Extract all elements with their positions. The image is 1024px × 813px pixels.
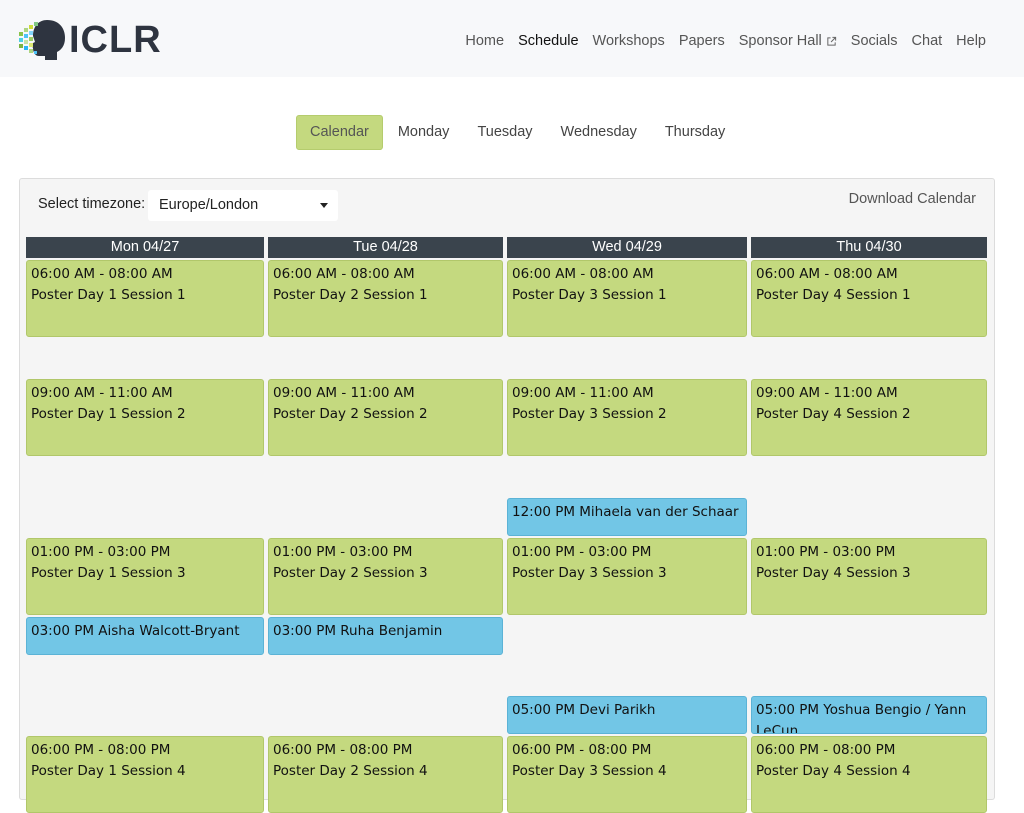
- nav-workshops[interactable]: Workshops: [593, 30, 665, 52]
- timezone-label: Select timezone:: [38, 196, 146, 212]
- event-poster[interactable]: 01:00 PM - 03:00 PM Poster Day 2 Session…: [268, 538, 503, 615]
- nav-chat[interactable]: Chat: [912, 30, 943, 52]
- event-title: Poster Day 3 Session 4: [512, 763, 667, 779]
- nav-socials[interactable]: Socials: [851, 30, 898, 52]
- event-poster[interactable]: 06:00 PM - 08:00 PM Poster Day 4 Session…: [751, 736, 987, 813]
- event-time: 01:00 PM - 03:00 PM: [31, 544, 171, 560]
- event-time: 06:00 PM - 08:00 PM: [31, 742, 171, 758]
- event-title: 05:00 PM Devi Parikh: [512, 702, 656, 718]
- event-time: 01:00 PM - 03:00 PM: [756, 544, 896, 560]
- event-time: 06:00 AM - 08:00 AM: [273, 266, 415, 282]
- event-poster[interactable]: 06:00 AM - 08:00 AM Poster Day 2 Session…: [268, 260, 503, 337]
- event-time: 01:00 PM - 03:00 PM: [273, 544, 413, 560]
- day-header-wed: Wed 04/29: [507, 237, 747, 258]
- event-title: Poster Day 1 Session 3: [31, 565, 186, 581]
- event-keynote[interactable]: 05:00 PM Yoshua Bengio / Yann LeCun: [751, 696, 987, 734]
- event-time: 06:00 PM - 08:00 PM: [273, 742, 413, 758]
- event-time: 06:00 AM - 08:00 AM: [512, 266, 654, 282]
- event-poster[interactable]: 09:00 AM - 11:00 AM Poster Day 3 Session…: [507, 379, 747, 456]
- event-keynote[interactable]: 05:00 PM Devi Parikh: [507, 696, 747, 734]
- event-title: 12:00 PM Mihaela van der Schaar: [512, 504, 739, 520]
- nav-sponsor-hall[interactable]: Sponsor Hall: [739, 30, 837, 52]
- event-time: 09:00 AM - 11:00 AM: [512, 385, 654, 401]
- logo-text: ICLR: [69, 19, 162, 61]
- timezone-value: Europe/London: [159, 197, 259, 213]
- event-title: Poster Day 1 Session 2: [31, 406, 186, 422]
- nav-help[interactable]: Help: [956, 30, 986, 52]
- event-poster[interactable]: 06:00 AM - 08:00 AM Poster Day 3 Session…: [507, 260, 747, 337]
- main-nav: Home Schedule Workshops Papers Sponsor H…: [451, 30, 986, 52]
- event-title: Poster Day 2 Session 4: [273, 763, 428, 779]
- nav-sponsor-hall-label: Sponsor Hall: [738, 33, 822, 49]
- event-keynote[interactable]: 12:00 PM Mihaela van der Schaar: [507, 498, 747, 536]
- event-title: Poster Day 1 Session 4: [31, 763, 186, 779]
- event-title: 03:00 PM Aisha Walcott-Bryant: [31, 623, 240, 639]
- event-poster[interactable]: 06:00 AM - 08:00 AM Poster Day 4 Session…: [751, 260, 987, 337]
- event-poster[interactable]: 06:00 PM - 08:00 PM Poster Day 3 Session…: [507, 736, 747, 813]
- event-title: Poster Day 3 Session 2: [512, 406, 667, 422]
- day-header-tue: Tue 04/28: [268, 237, 503, 258]
- nav-schedule[interactable]: Schedule: [518, 30, 578, 52]
- event-time: 09:00 AM - 11:00 AM: [273, 385, 415, 401]
- timezone-select[interactable]: Europe/London: [148, 190, 338, 221]
- top-navbar: ICLR Home Schedule Workshops Papers Spon…: [0, 0, 1024, 77]
- event-poster[interactable]: 01:00 PM - 03:00 PM Poster Day 1 Session…: [26, 538, 264, 615]
- event-poster[interactable]: 09:00 AM - 11:00 AM Poster Day 4 Session…: [751, 379, 987, 456]
- day-header-mon: Mon 04/27: [26, 237, 264, 258]
- tab-wednesday[interactable]: Wednesday: [548, 115, 650, 150]
- iclr-logo-mark-icon: [19, 20, 65, 60]
- external-link-icon: [827, 36, 836, 46]
- nav-papers[interactable]: Papers: [679, 30, 725, 52]
- event-title: Poster Day 3 Session 1: [512, 287, 667, 303]
- event-poster[interactable]: 01:00 PM - 03:00 PM Poster Day 4 Session…: [751, 538, 987, 615]
- event-time: 06:00 AM - 08:00 AM: [756, 266, 898, 282]
- chevron-down-icon: [320, 203, 328, 208]
- event-time: 06:00 PM - 08:00 PM: [756, 742, 896, 758]
- event-time: 01:00 PM - 03:00 PM: [512, 544, 652, 560]
- calendar-panel: Select timezone: Europe/London Download …: [19, 178, 995, 813]
- event-title: Poster Day 4 Session 2: [756, 406, 911, 422]
- event-keynote[interactable]: 03:00 PM Ruha Benjamin: [268, 617, 503, 655]
- day-header-thu: Thu 04/30: [751, 237, 987, 258]
- event-poster[interactable]: 06:00 AM - 08:00 AM Poster Day 1 Session…: [26, 260, 264, 337]
- event-poster[interactable]: 06:00 PM - 08:00 PM Poster Day 1 Session…: [26, 736, 264, 813]
- event-time: 09:00 AM - 11:00 AM: [31, 385, 173, 401]
- event-title: 03:00 PM Ruha Benjamin: [273, 623, 443, 639]
- iclr-logo[interactable]: ICLR: [17, 16, 162, 64]
- event-title: Poster Day 2 Session 3: [273, 565, 428, 581]
- event-title: Poster Day 4 Session 1: [756, 287, 911, 303]
- event-poster[interactable]: 09:00 AM - 11:00 AM Poster Day 2 Session…: [268, 379, 503, 456]
- event-poster[interactable]: 06:00 PM - 08:00 PM Poster Day 2 Session…: [268, 736, 503, 813]
- event-title: Poster Day 1 Session 1: [31, 287, 186, 303]
- event-title: Poster Day 4 Session 4: [756, 763, 911, 779]
- event-poster[interactable]: 01:00 PM - 03:00 PM Poster Day 3 Session…: [507, 538, 747, 615]
- event-title: Poster Day 4 Session 3: [756, 565, 911, 581]
- event-title: Poster Day 2 Session 1: [273, 287, 428, 303]
- event-poster[interactable]: 09:00 AM - 11:00 AM Poster Day 1 Session…: [26, 379, 264, 456]
- event-keynote[interactable]: 03:00 PM Aisha Walcott-Bryant: [26, 617, 264, 655]
- download-calendar-link[interactable]: Download Calendar: [849, 191, 976, 207]
- event-title: Poster Day 3 Session 3: [512, 565, 667, 581]
- tab-thursday[interactable]: Thursday: [652, 115, 738, 150]
- tab-tuesday[interactable]: Tuesday: [464, 115, 545, 150]
- event-time: 09:00 AM - 11:00 AM: [756, 385, 898, 401]
- tab-monday[interactable]: Monday: [385, 115, 463, 150]
- nav-home[interactable]: Home: [465, 30, 504, 52]
- event-time: 06:00 PM - 08:00 PM: [512, 742, 652, 758]
- event-time: 06:00 AM - 08:00 AM: [31, 266, 173, 282]
- schedule-tabs: Calendar Monday Tuesday Wednesday Thursd…: [296, 115, 740, 150]
- tab-calendar[interactable]: Calendar: [296, 115, 383, 150]
- event-title: 05:00 PM Yoshua Bengio / Yann LeCun: [756, 702, 967, 734]
- event-title: Poster Day 2 Session 2: [273, 406, 428, 422]
